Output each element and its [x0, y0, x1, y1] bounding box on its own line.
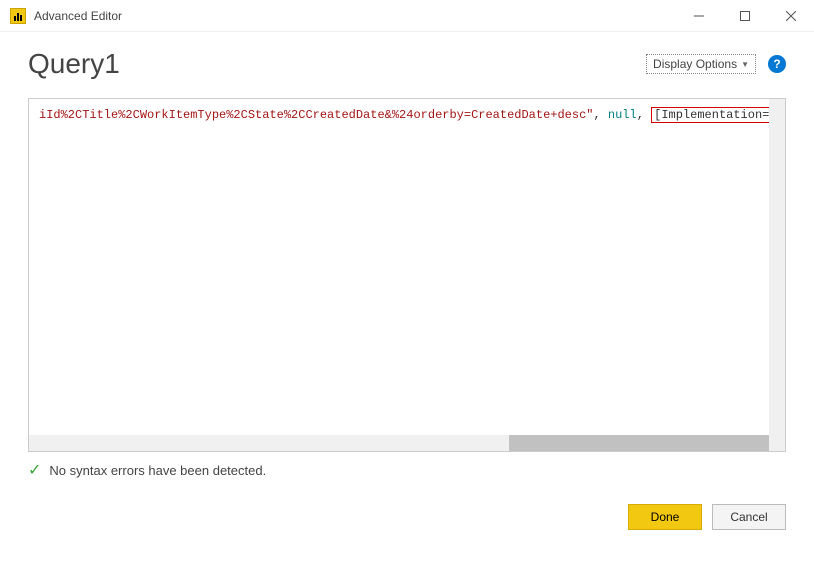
status-row: ✓ No syntax errors have been detected. — [0, 452, 814, 488]
check-icon: ✓ — [28, 460, 41, 480]
highlight-box: [Implementation="2.0"]) — [651, 107, 786, 123]
scrollbar-thumb[interactable] — [509, 435, 769, 451]
done-button[interactable]: Done — [628, 504, 702, 530]
maximize-button[interactable] — [722, 0, 768, 31]
close-button[interactable] — [768, 0, 814, 31]
code-line: iId%2CTitle%2CWorkItemType%2CState%2CCre… — [29, 99, 785, 123]
display-options-label: Display Options — [653, 57, 737, 71]
header-row: Query1 Display Options ▼ ? — [0, 32, 814, 88]
code-token-punct: , — [594, 108, 608, 122]
code-token-string: iId%2CTitle%2CWorkItemType%2CState%2CCre… — [39, 108, 594, 122]
status-message: No syntax errors have been detected. — [49, 463, 266, 478]
window-titlebar: Advanced Editor — [0, 0, 814, 32]
code-token-null: null — [608, 108, 637, 122]
cancel-button[interactable]: Cancel — [712, 504, 786, 530]
help-icon[interactable]: ? — [768, 55, 786, 73]
code-editor[interactable]: iId%2CTitle%2CWorkItemType%2CState%2CCre… — [28, 98, 786, 452]
chevron-down-icon: ▼ — [741, 60, 749, 69]
window-controls — [676, 0, 814, 31]
window-title: Advanced Editor — [34, 9, 122, 23]
app-icon — [10, 8, 26, 24]
display-options-dropdown[interactable]: Display Options ▼ — [646, 54, 756, 74]
horizontal-scrollbar[interactable] — [29, 435, 785, 451]
code-token-punct: , — [637, 108, 651, 122]
vertical-scrollbar[interactable] — [769, 99, 785, 451]
button-row: Done Cancel — [0, 488, 814, 546]
query-title: Query1 — [28, 48, 120, 80]
minimize-button[interactable] — [676, 0, 722, 31]
